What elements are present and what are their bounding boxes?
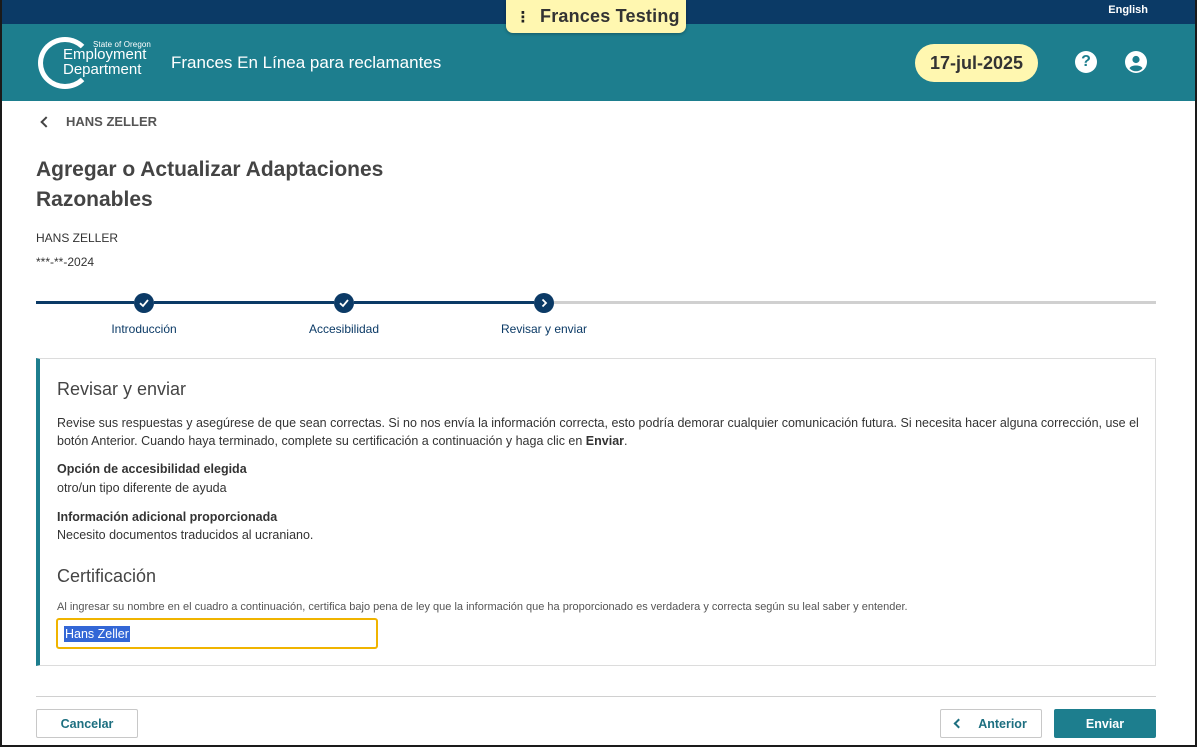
review-instructions: Revise sus respuestas y asegúrese de que… — [57, 414, 1147, 450]
submit-button[interactable]: Enviar — [1054, 709, 1156, 738]
more-vert-icon[interactable]: ⋮ — [506, 8, 540, 26]
chevron-left-icon — [953, 718, 964, 729]
step-label-review: Revisar y enviar — [500, 322, 588, 336]
stepper-track-done — [154, 301, 334, 304]
step-label-accessibility: Accesibilidad — [308, 322, 380, 336]
step-2-check-icon — [334, 293, 354, 313]
claimant-name: HANS ZELLER — [36, 231, 119, 245]
step-label-introduction: Introducción — [111, 322, 177, 336]
app-title: Frances En Línea para reclamantes — [171, 53, 442, 72]
page-title: Agregar o Actualizar Adaptaciones Razona… — [36, 158, 384, 211]
agency-logo[interactable]: State of Oregon Employment Department — [38, 37, 156, 89]
review-heading: Revisar y enviar — [57, 379, 187, 399]
previous-button[interactable]: Anterior — [940, 709, 1042, 738]
cancel-button[interactable]: Cancelar — [36, 709, 138, 738]
review-instructions-bold: Enviar — [585, 434, 625, 448]
additional-info-value: Necesito documentos traducidos al ucrani… — [57, 528, 314, 542]
stepper-track-pending — [554, 301, 1156, 304]
current-date-badge: 17-jul-2025 — [915, 44, 1038, 82]
accessibility-option-value: otro/un tipo diferente de ayuda — [57, 481, 227, 495]
step-1-check-icon — [134, 293, 154, 313]
account-icon[interactable] — [1125, 51, 1147, 73]
logo-line-2: Department — [63, 61, 142, 78]
testing-badge-label: Frances Testing — [540, 6, 680, 26]
back-link[interactable]: HANS ZELLER — [38, 114, 157, 129]
progress-stepper: Introducción Accesibilidad Revisar y env… — [36, 290, 1156, 340]
chevron-left-icon — [40, 115, 52, 128]
help-icon[interactable]: ? — [1075, 51, 1097, 73]
stepper-track-done — [36, 301, 134, 304]
language-link[interactable]: English — [1108, 4, 1148, 16]
review-card: Revisar y enviar Revise sus respuestas y… — [36, 358, 1156, 666]
testing-badge[interactable]: ⋮ Frances Testing — [506, 0, 686, 33]
back-link-label: HANS ZELLER — [66, 114, 157, 129]
previous-button-label: Anterior — [978, 716, 1027, 731]
app-header: State of Oregon Employment Department Fr… — [0, 24, 1197, 101]
review-instructions-end: . — [624, 434, 628, 448]
additional-info-label: Información adicional proporcionada — [57, 510, 278, 524]
signature-value: Hans Zeller — [64, 625, 130, 642]
accessibility-option-label: Opción de accesibilidad elegida — [57, 462, 247, 476]
signature-input[interactable]: Hans Zeller — [56, 618, 378, 649]
stepper-track-done — [354, 301, 534, 304]
certification-text: Al ingresar su nombre en el cuadro a con… — [57, 601, 908, 613]
claimant-ssn: ***-**-2024 — [36, 255, 95, 269]
step-3-chevron-right-icon — [534, 293, 554, 313]
certification-heading: Certificación — [57, 566, 157, 586]
footer-divider — [36, 696, 1156, 697]
